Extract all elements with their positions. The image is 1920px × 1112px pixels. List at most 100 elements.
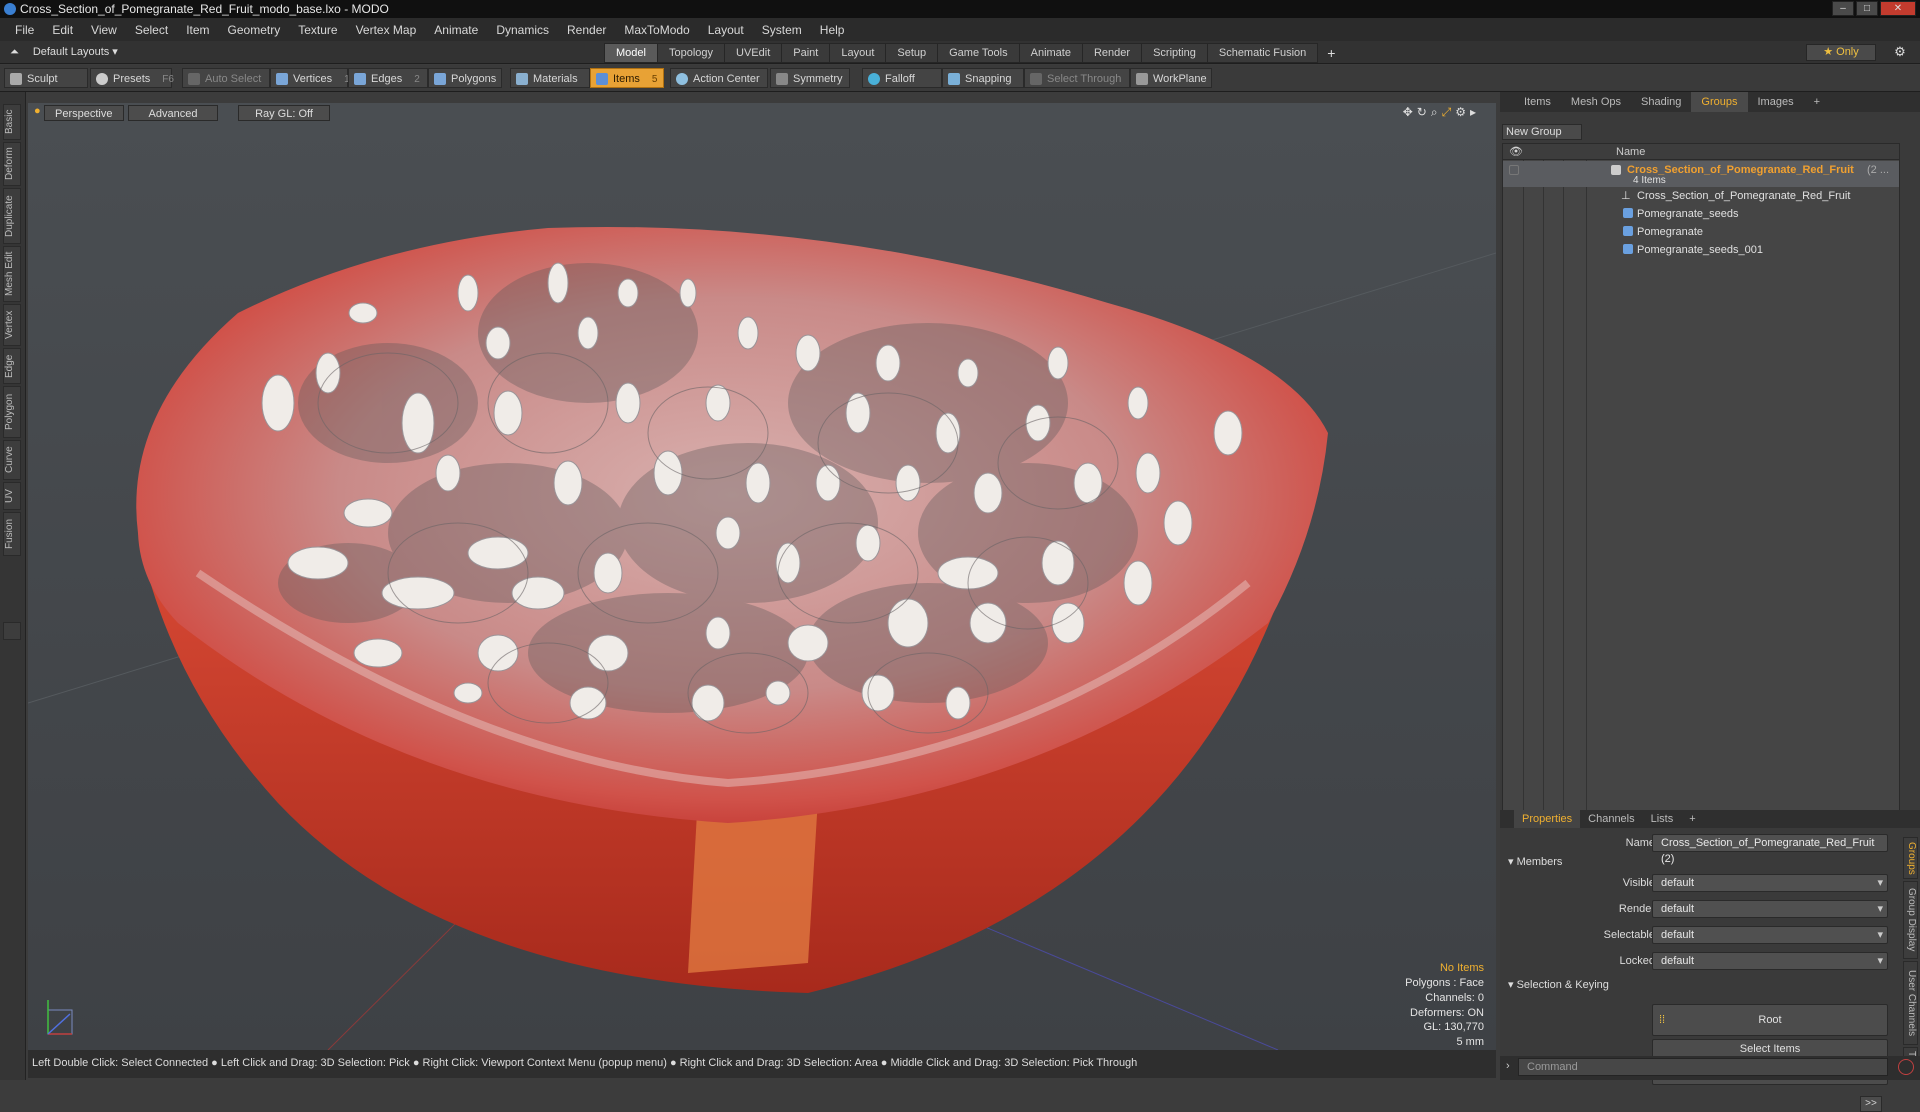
zoom-icon[interactable]: ⌕ [1431, 105, 1438, 120]
viewport-settings-icon[interactable]: ⚙ [1455, 105, 1466, 120]
gear-icon[interactable]: ⚙ [1890, 44, 1910, 61]
left-tab-polygon[interactable]: Polygon [3, 386, 21, 438]
menu-dynamics[interactable]: Dynamics [487, 23, 558, 37]
side-tab-user-channels[interactable]: User Channels [1903, 961, 1918, 1045]
tab-animate[interactable]: Animate [1018, 43, 1083, 63]
name-field[interactable]: Cross_Section_of_Pomegranate_Red_Fruit (… [1652, 834, 1888, 865]
left-tab-curve[interactable]: Curve [3, 440, 21, 480]
pan-icon[interactable]: ✥ [1403, 105, 1413, 120]
tab-scripting[interactable]: Scripting [1141, 43, 1208, 63]
more-button[interactable]: >> [1860, 1096, 1882, 1112]
tab-lists[interactable]: Lists [1643, 810, 1682, 828]
left-tab-duplicate[interactable]: Duplicate [3, 188, 21, 244]
maximize-button[interactable]: □ [1856, 1, 1878, 16]
tab-groups[interactable]: Groups [1691, 92, 1748, 112]
group-row-root[interactable]: Cross_Section_of_Pomegranate_Red_Fruit (… [1503, 161, 1899, 187]
render-dropdown[interactable]: default ▾ [1652, 900, 1888, 918]
tab-schematic-fusion[interactable]: Schematic Fusion [1206, 43, 1319, 63]
falloff-button[interactable]: Falloff [862, 68, 942, 88]
group-child-row[interactable]: Pomegranate [1503, 223, 1899, 241]
add-props-tab-button[interactable]: + [1681, 810, 1703, 828]
visibility-toggle[interactable] [1509, 165, 1519, 175]
tab-images[interactable]: Images [1748, 92, 1804, 112]
only-button[interactable]: ★ Only [1806, 44, 1876, 61]
layout-selector[interactable]: ⏶ Default Layouts ▾ [10, 45, 118, 59]
menu-layout[interactable]: Layout [699, 23, 753, 37]
tab-items[interactable]: Items [1514, 92, 1561, 112]
tab-uvedit[interactable]: UVEdit [724, 43, 783, 63]
action-center-button[interactable]: Action Center [670, 68, 768, 88]
symmetry-button[interactable]: Symmetry [770, 68, 850, 88]
tab-mesh-ops[interactable]: Mesh Ops [1561, 92, 1631, 112]
left-tab-uv[interactable]: UV [3, 482, 21, 510]
tab-model[interactable]: Model [604, 43, 658, 63]
menu-view[interactable]: View [82, 23, 126, 37]
menu-select[interactable]: Select [126, 23, 177, 37]
materials-button[interactable]: Materials [510, 68, 590, 88]
tab-shading[interactable]: Shading [1631, 92, 1691, 112]
menu-render[interactable]: Render [558, 23, 615, 37]
tab-render[interactable]: Render [1081, 43, 1143, 63]
command-expand-icon[interactable]: › [1506, 1060, 1510, 1072]
new-group-button[interactable]: New Group [1502, 124, 1582, 140]
workplane-button[interactable]: WorkPlane [1130, 68, 1212, 88]
visible-dropdown[interactable]: default ▾ [1652, 874, 1888, 892]
presets-button[interactable]: Presets F6 [90, 68, 174, 88]
tab-setup[interactable]: Setup [885, 43, 939, 63]
command-input[interactable]: Command [1518, 1058, 1888, 1076]
locked-dropdown[interactable]: default ▾ [1652, 952, 1888, 970]
menu-texture[interactable]: Texture [289, 23, 346, 37]
raygl-button[interactable]: Ray GL: Off [238, 105, 330, 121]
tab-game-tools[interactable]: Game Tools [937, 43, 1020, 63]
snapping-button[interactable]: Snapping [942, 68, 1024, 88]
rotate-icon[interactable]: ↻ [1417, 105, 1427, 120]
group-child-row[interactable]: Pomegranate_seeds [1503, 205, 1899, 223]
vertices-button[interactable]: Vertices 1 [270, 68, 350, 88]
add-tab-button[interactable]: + [1317, 43, 1345, 63]
left-tab-deform[interactable]: Deform [3, 142, 21, 186]
tab-layout[interactable]: Layout [829, 43, 887, 63]
3d-viewport[interactable]: No Items Polygons : Face Channels: 0 Def… [28, 103, 1496, 1050]
tab-topology[interactable]: Topology [656, 43, 726, 63]
left-tab-basic[interactable]: Basic [3, 104, 21, 140]
minimize-button[interactable]: – [1832, 1, 1854, 16]
perspective-button[interactable]: Perspective [44, 105, 124, 121]
side-tab-groups[interactable]: Groups [1903, 837, 1918, 879]
root-button[interactable]: ⁞⁞ Root [1652, 1004, 1888, 1036]
group-child-row[interactable]: ⊥ Cross_Section_of_Pomegranate_Red_Fruit [1503, 187, 1899, 205]
advanced-button[interactable]: Advanced [128, 105, 218, 121]
left-tab-toggle[interactable] [3, 622, 21, 640]
left-tab-fusion[interactable]: Fusion [3, 512, 21, 556]
tab-paint[interactable]: Paint [781, 43, 831, 63]
left-tab-vertex[interactable]: Vertex [3, 304, 21, 346]
menu-help[interactable]: Help [811, 23, 854, 37]
auto-select-button[interactable]: Auto Select [182, 68, 270, 88]
tab-channels[interactable]: Channels [1580, 810, 1642, 828]
menu-system[interactable]: System [753, 23, 811, 37]
select-through-button[interactable]: Select Through [1024, 68, 1130, 88]
menu-geometry[interactable]: Geometry [219, 23, 290, 37]
items-button[interactable]: Items 5 [590, 68, 664, 88]
viewport-menu-dot[interactable]: ● [34, 105, 41, 117]
fit-icon[interactable]: ⤢ [1442, 105, 1452, 120]
sculpt-button[interactable]: Sculpt [4, 68, 88, 88]
selectable-dropdown[interactable]: default ▾ [1652, 926, 1888, 944]
left-tab-mesh-edit[interactable]: Mesh Edit [3, 246, 21, 302]
command-history-icon[interactable] [1898, 1059, 1914, 1075]
menu-vertex-map[interactable]: Vertex Map [347, 23, 426, 37]
add-panel-tab-button[interactable]: + [1804, 92, 1830, 112]
menu-file[interactable]: File [6, 23, 43, 37]
edges-button[interactable]: Edges 2 [348, 68, 428, 88]
close-button[interactable]: ✕ [1880, 1, 1916, 16]
group-child-row[interactable]: Pomegranate_seeds_001 [1503, 241, 1899, 259]
polygons-button[interactable]: Polygons [428, 68, 502, 88]
menu-animate[interactable]: Animate [425, 23, 487, 37]
left-tab-edge[interactable]: Edge [3, 348, 21, 384]
selection-keying-section[interactable]: ▾ Selection & Keying [1508, 978, 1609, 991]
menu-edit[interactable]: Edit [43, 23, 82, 37]
menu-item[interactable]: Item [177, 23, 218, 37]
viewport-expand-icon[interactable]: ▸ [1470, 105, 1476, 120]
side-tab-group-display[interactable]: Group Display [1903, 881, 1918, 959]
menu-maxtomodo[interactable]: MaxToModo [615, 23, 698, 37]
members-section[interactable]: ▾ Members [1508, 855, 1562, 868]
